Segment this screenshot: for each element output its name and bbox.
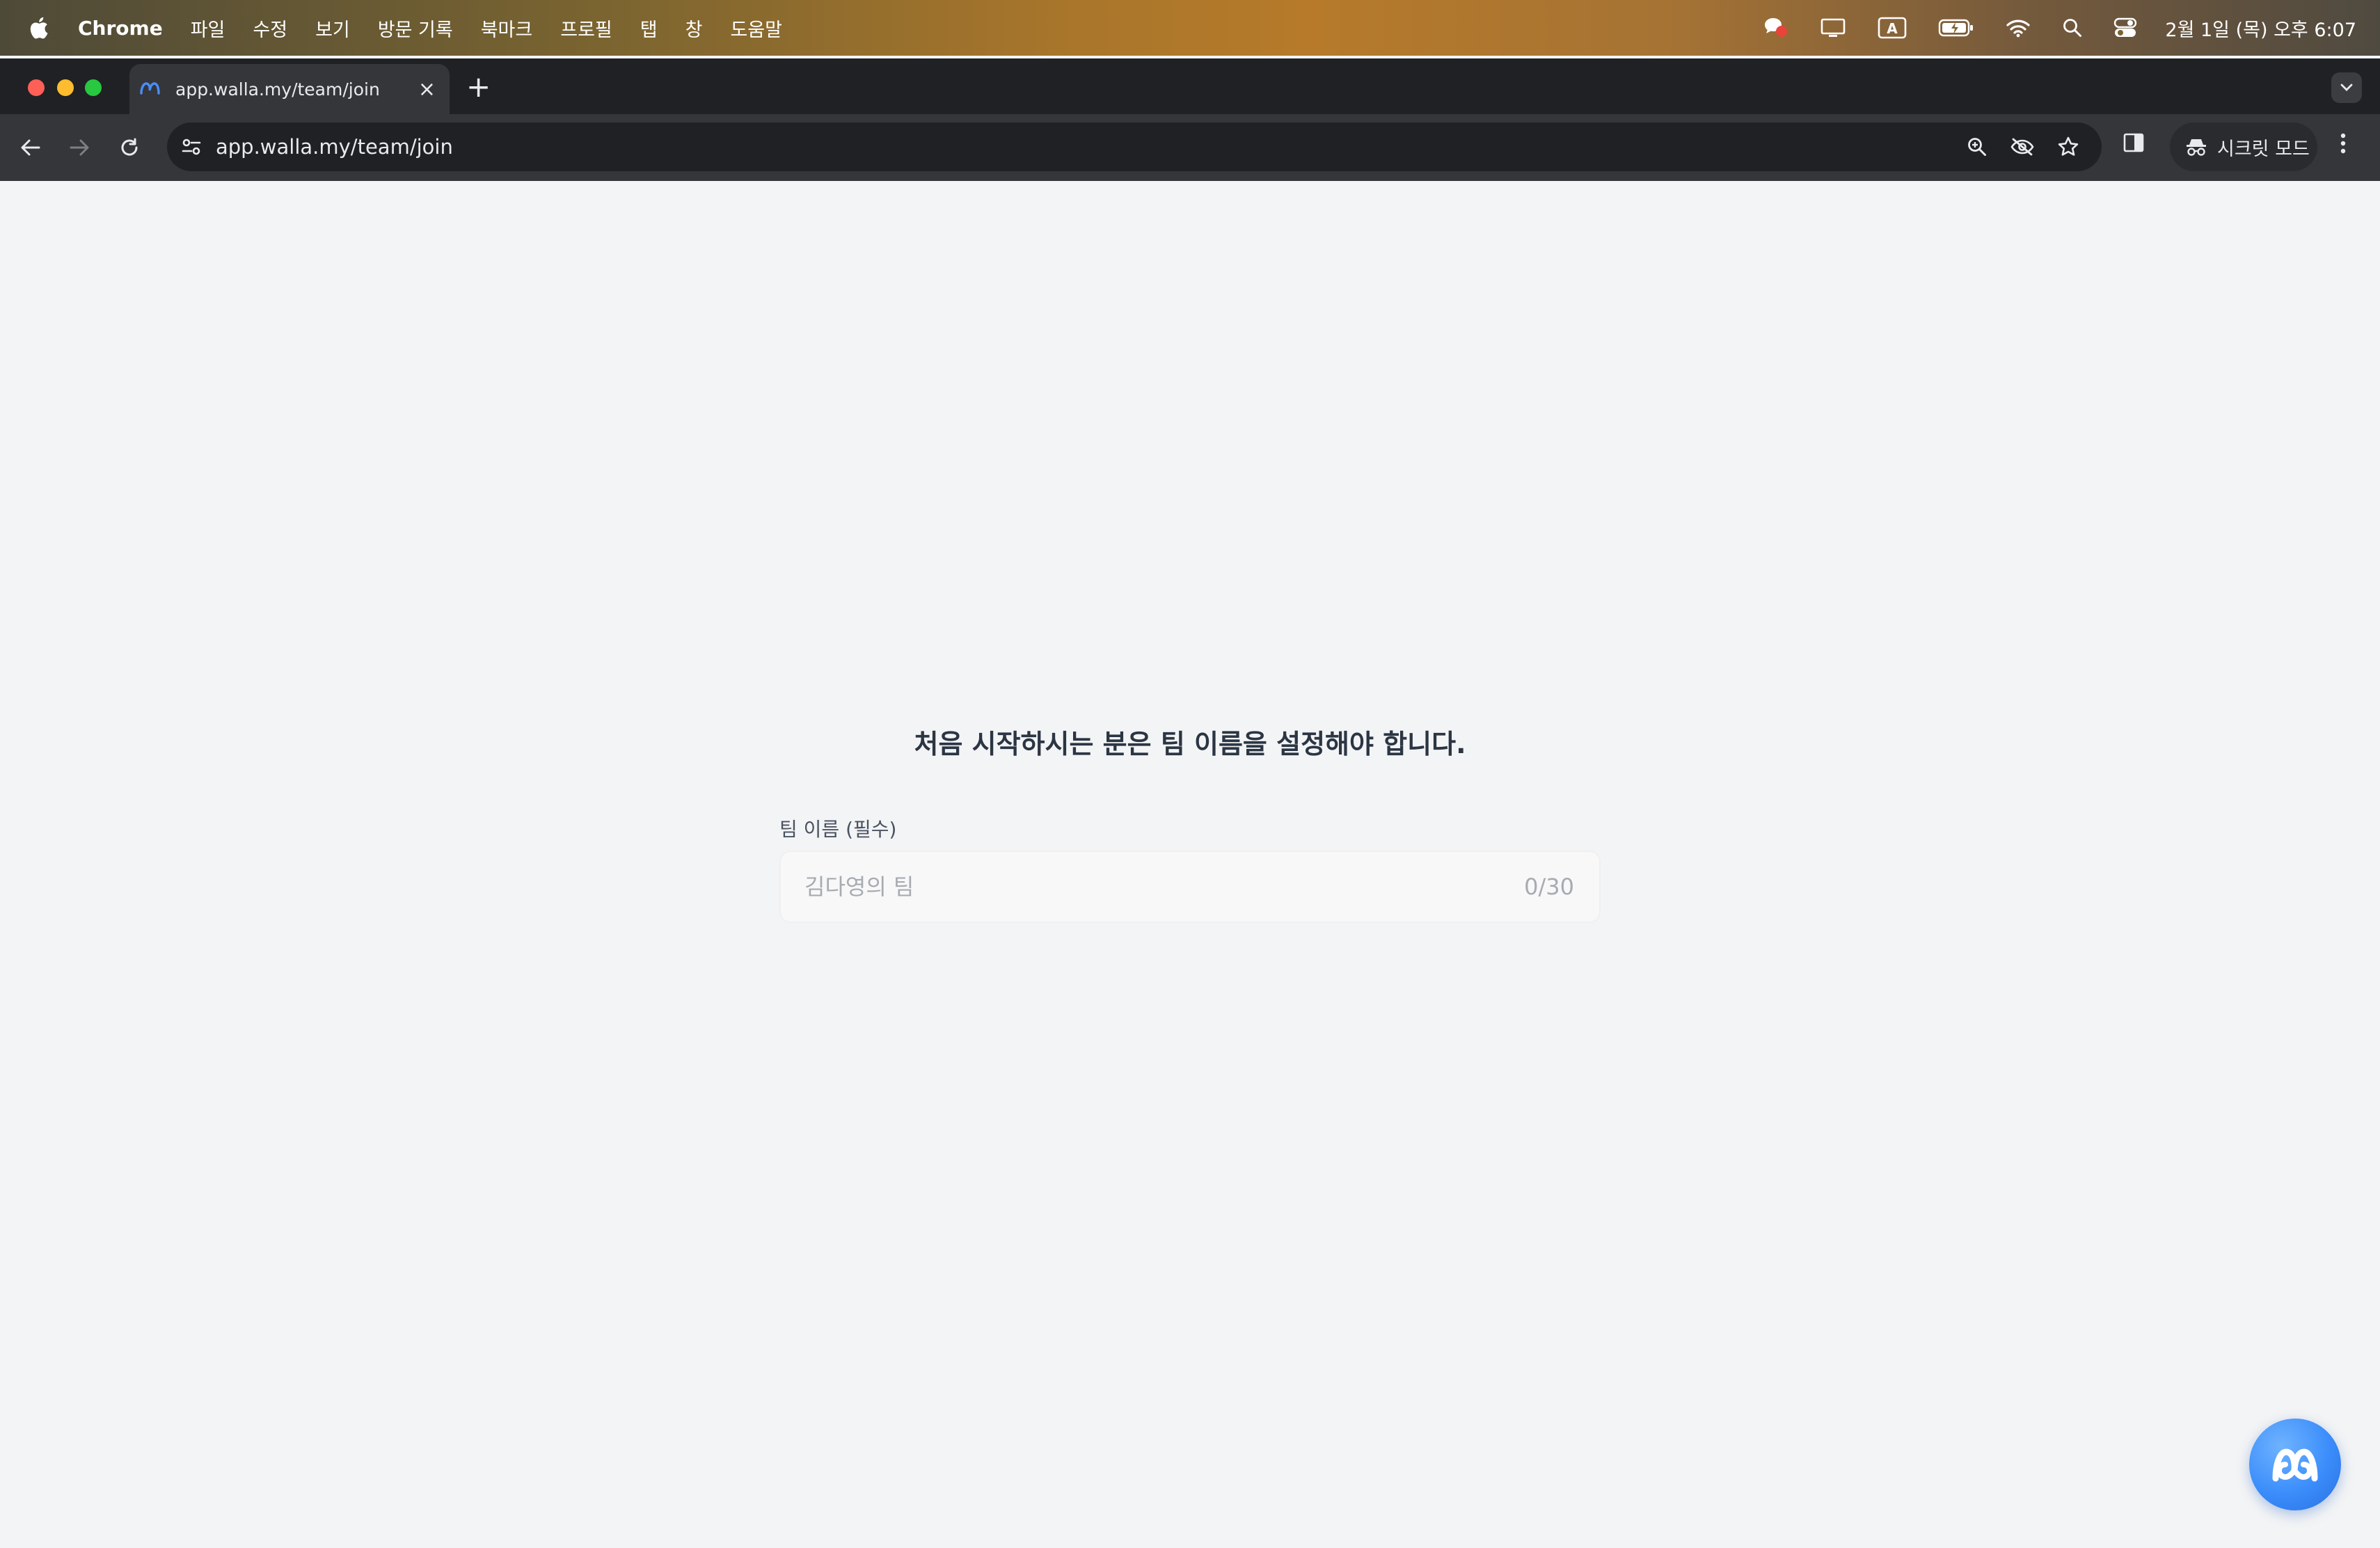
tab-active[interactable]: app.walla.my/team/join ×: [129, 64, 450, 114]
menubar-clock[interactable]: 2월 1일 (목) 오후 6:07: [2165, 15, 2356, 42]
input-source-icon[interactable]: A: [1877, 16, 1907, 40]
incognito-icon: [2187, 139, 2206, 156]
battery-icon[interactable]: [1938, 17, 1974, 38]
reload-button[interactable]: [111, 129, 148, 166]
reload-icon: [121, 138, 138, 156]
forward-button[interactable]: [61, 129, 97, 166]
menu-view[interactable]: 보기: [315, 15, 350, 42]
minimize-window-button[interactable]: [57, 79, 74, 96]
incognito-label: 시크릿 모드: [2217, 138, 2310, 160]
spotlight-icon[interactable]: [2062, 17, 2083, 38]
side-panel-icon[interactable]: [2123, 132, 2145, 156]
macos-menu-bar: Chrome 파일 수정 보기 방문 기록 북마크 프로필 탭 창 도움말 A …: [0, 0, 2380, 56]
character-counter: 0/30: [1524, 874, 1574, 900]
app-menu-chrome[interactable]: Chrome: [78, 17, 163, 40]
walla-favicon-icon: [139, 81, 160, 97]
address-bar[interactable]: app.walla.my/team/join: [167, 123, 2102, 171]
apple-icon[interactable]: [28, 15, 49, 40]
menu-bookmarks[interactable]: 북마크: [481, 15, 533, 42]
menu-history[interactable]: 방문 기록: [378, 15, 453, 42]
new-tab-button[interactable]: +: [466, 70, 491, 104]
team-name-input[interactable]: [781, 873, 1525, 901]
input-source-label: A: [1887, 20, 1898, 37]
bookmark-star-icon[interactable]: [2057, 136, 2079, 158]
page-heading: 처음 시작하시는 분은 팀 이름을 설정해야 합니다.: [914, 729, 1466, 759]
tab-search-button[interactable]: [2331, 72, 2362, 103]
menu-edit[interactable]: 수정: [253, 15, 287, 42]
walla-help-button[interactable]: [2249, 1419, 2341, 1510]
tracking-protection-eye-off-icon[interactable]: [2010, 136, 2035, 157]
close-window-button[interactable]: [28, 79, 45, 96]
menu-help[interactable]: 도움말: [730, 15, 782, 42]
chevron-down-icon: [2340, 84, 2353, 91]
site-info-icon[interactable]: [181, 137, 202, 157]
walla-logo-icon: [2272, 1448, 2318, 1482]
wifi-icon[interactable]: [2005, 17, 2031, 38]
zoom-icon[interactable]: [1967, 136, 1988, 157]
tab-close-icon[interactable]: ×: [418, 77, 436, 102]
display-icon[interactable]: [1820, 17, 1846, 39]
menu-file[interactable]: 파일: [191, 15, 225, 42]
menu-window[interactable]: 창: [685, 15, 703, 42]
more-menu-icon[interactable]: [2340, 132, 2347, 157]
tab-title: app.walla.my/team/join: [175, 79, 380, 100]
menu-profiles[interactable]: 프로필: [560, 15, 612, 42]
arrow-left-icon: [21, 139, 40, 156]
team-name-label: 팀 이름 (필수): [779, 818, 897, 841]
url-text[interactable]: app.walla.my/team/join: [216, 135, 1967, 159]
chat-notification-icon[interactable]: [1763, 16, 1789, 40]
status-area: A 2월 1일 (목) 오후 6:07: [1732, 0, 2356, 56]
back-button[interactable]: [13, 129, 49, 166]
zoom-window-button[interactable]: [85, 79, 102, 96]
menu-tab[interactable]: 탭: [640, 15, 658, 42]
incognito-badge[interactable]: 시크릿 모드: [2170, 123, 2317, 171]
arrow-right-icon: [70, 139, 89, 156]
team-name-field[interactable]: 0/30: [779, 851, 1601, 923]
control-center-icon[interactable]: [2113, 17, 2137, 38]
